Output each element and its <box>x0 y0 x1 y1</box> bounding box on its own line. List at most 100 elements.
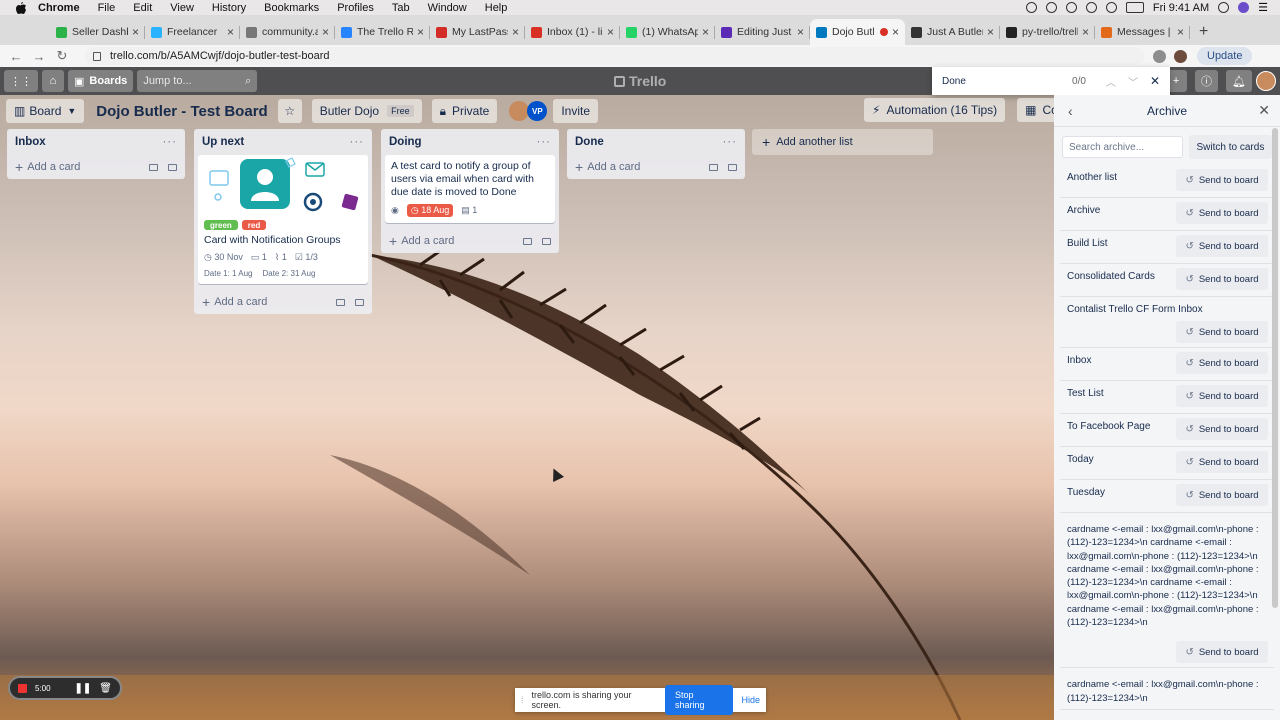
tab-close-icon[interactable]: × <box>1082 25 1089 39</box>
card-template-icon[interactable] <box>149 163 158 171</box>
card-template-icon[interactable] <box>523 237 532 245</box>
home-icon[interactable]: ⌂ <box>42 70 64 92</box>
tab-close-icon[interactable]: × <box>417 25 424 39</box>
hide-button[interactable]: Hide <box>741 695 760 705</box>
archive-item-name[interactable]: Today <box>1067 451 1094 465</box>
card-template-icon[interactable] <box>709 163 718 171</box>
list-menu-icon[interactable]: ··· <box>537 136 552 148</box>
list-title[interactable]: Doing <box>389 136 422 148</box>
url-bar[interactable]: trello.com/b/A5AMCwjf/dojo-butler-test-b… <box>85 47 1145 65</box>
tab-close-icon[interactable]: × <box>227 25 234 39</box>
jump-to-search[interactable]: Jump to... ⌕ <box>137 70 258 92</box>
wifi-icon[interactable] <box>1105 2 1117 13</box>
archive-item-name[interactable]: cardname <-email : lxx@gmail.com\n-phone… <box>1067 672 1268 705</box>
profile-avatar[interactable] <box>1174 49 1187 63</box>
apple-icon[interactable] <box>14 1 28 14</box>
list-title[interactable]: Inbox <box>15 136 46 148</box>
extension-icon[interactable] <box>1153 49 1166 63</box>
archive-item-name[interactable]: Contalist Trello CF Form Inbox <box>1067 301 1268 315</box>
list-menu-icon[interactable]: ··· <box>723 136 738 148</box>
card-template-icon[interactable] <box>728 163 737 171</box>
siri-icon[interactable] <box>1238 2 1250 13</box>
member-avatar-vp[interactable]: VP <box>527 101 548 121</box>
add-card-button[interactable]: + Add a card <box>7 155 185 179</box>
member-avatar[interactable] <box>509 101 530 121</box>
update-button[interactable]: Update <box>1197 47 1253 65</box>
boards-button[interactable]: ▣ Boards <box>68 70 134 92</box>
browser-tab[interactable]: (1) WhatsApp × <box>620 19 715 45</box>
send-to-board-button[interactable]: ↺ Send to board <box>1176 202 1268 224</box>
menu-file[interactable]: File <box>98 2 116 14</box>
card-test-notify[interactable]: A test card to notify a group of users v… <box>385 155 555 223</box>
menu-profiles[interactable]: Profiles <box>337 2 374 14</box>
star-board-button[interactable]: ☆ <box>277 99 302 123</box>
status-icon[interactable] <box>1065 2 1077 13</box>
archive-item-name[interactable]: cardname <-email : lxx@gmail.com\n-phone… <box>1067 517 1268 629</box>
card-template-icon[interactable] <box>168 163 177 171</box>
browser-tab[interactable]: py-trello/trell × <box>1000 19 1095 45</box>
automation-button[interactable]: ⚡︎ Automation (16 Tips) <box>864 98 1006 122</box>
browser-tab[interactable]: Freelancer × <box>145 19 240 45</box>
send-to-board-button[interactable]: ↺ Send to board <box>1176 169 1268 191</box>
archive-item-name[interactable]: Consolidated Cards <box>1067 268 1155 282</box>
user-avatar[interactable] <box>1256 71 1276 91</box>
tab-close-icon[interactable]: × <box>892 25 899 39</box>
list-menu-icon[interactable]: ··· <box>163 136 178 148</box>
tab-close-icon[interactable]: × <box>132 25 139 39</box>
apps-grid-icon[interactable]: ⋮⋮ <box>4 70 38 92</box>
control-center-icon[interactable]: ☰ <box>1258 1 1268 14</box>
send-to-board-button[interactable]: ↺ Send to board <box>1176 352 1268 374</box>
card-template-icon[interactable] <box>355 298 364 306</box>
pause-icon[interactable]: ❚❚ <box>75 683 92 694</box>
notifications-icon[interactable]: 🔔︎ <box>1226 70 1252 92</box>
spotlight-icon[interactable] <box>1218 2 1230 13</box>
trello-logo[interactable]: Trello <box>614 73 666 89</box>
send-to-board-button[interactable]: ↺ Send to board <box>1176 385 1268 407</box>
menu-help[interactable]: Help <box>485 2 508 14</box>
archive-item-name[interactable]: Build List <box>1067 235 1108 249</box>
tab-close-icon[interactable]: × <box>512 25 519 39</box>
invite-button[interactable]: Invite <box>553 99 599 123</box>
add-card-button[interactable]: + Add a card <box>567 155 745 179</box>
back-icon[interactable]: ← <box>9 49 23 64</box>
tab-close-icon[interactable]: × <box>322 25 329 39</box>
menu-tab[interactable]: Tab <box>392 2 410 14</box>
archive-search-input[interactable]: Search archive... <box>1062 136 1183 158</box>
list-title[interactable]: Done <box>575 136 604 148</box>
new-tab-icon[interactable]: + <box>1199 19 1208 45</box>
archive-item-name[interactable]: Archive <box>1067 202 1100 216</box>
info-icon[interactable]: ⓘ <box>1195 70 1219 92</box>
battery-icon[interactable] <box>1125 2 1144 13</box>
archive-scrollbar[interactable] <box>1272 128 1278 608</box>
browser-tab[interactable]: community.at × <box>240 19 335 45</box>
browser-tab[interactable]: My LastPass × <box>430 19 525 45</box>
send-to-board-button[interactable]: ↺ Send to board <box>1176 235 1268 257</box>
find-prev-icon[interactable]: ︿ <box>1106 74 1116 89</box>
archive-item-name[interactable]: To Facebook Page <box>1067 418 1150 432</box>
list-menu-icon[interactable]: ··· <box>350 136 365 148</box>
close-icon[interactable]: ✕ <box>1258 102 1270 119</box>
add-card-button[interactable]: + Add a card <box>194 290 372 314</box>
browser-tab[interactable]: Dojo Butl × <box>810 19 905 45</box>
forward-icon[interactable]: → <box>32 49 46 64</box>
find-next-icon[interactable]: ﹀ <box>1128 74 1138 89</box>
menu-app-name[interactable]: Chrome <box>38 2 80 14</box>
browser-tab[interactable]: Just A Butler × <box>905 19 1000 45</box>
tab-close-icon[interactable]: × <box>797 25 804 39</box>
drag-handle-icon[interactable]: ⁞ <box>521 695 524 705</box>
card-template-icon[interactable] <box>336 298 345 306</box>
stop-record-icon[interactable] <box>18 683 27 693</box>
status-icon[interactable] <box>1045 2 1057 13</box>
send-to-board-button[interactable]: ↺ Send to board <box>1176 268 1268 290</box>
send-to-board-button[interactable]: ↺ Send to board <box>1176 484 1268 506</box>
find-close-icon[interactable]: ✕ <box>1150 74 1160 88</box>
back-chevron-icon[interactable]: ‹ <box>1068 103 1073 119</box>
send-to-board-button[interactable]: ↺ Send to board <box>1176 321 1268 343</box>
menu-history[interactable]: History <box>212 2 246 14</box>
add-list-button[interactable]: + Add another list <box>752 129 933 155</box>
status-icon[interactable] <box>1025 2 1037 13</box>
trash-icon[interactable]: 🗑︎ <box>99 683 112 694</box>
menu-edit[interactable]: Edit <box>133 2 152 14</box>
menu-view[interactable]: View <box>170 2 194 14</box>
archive-item-name[interactable]: Another list <box>1067 169 1117 183</box>
